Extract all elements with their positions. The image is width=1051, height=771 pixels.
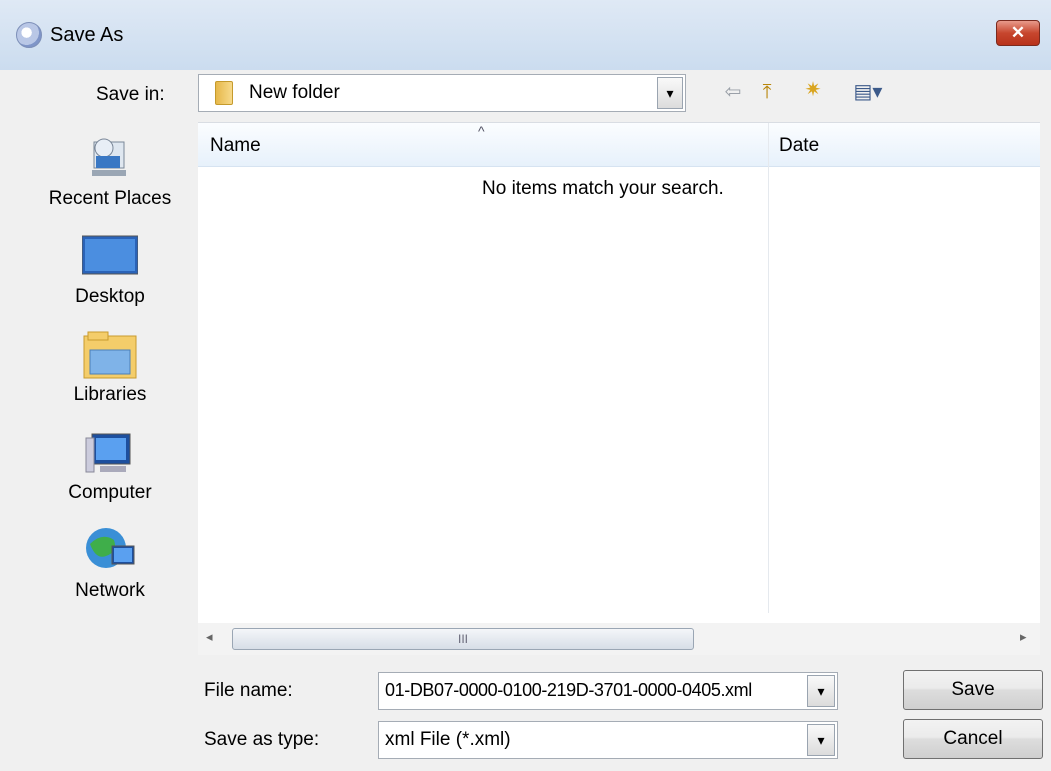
libraries-icon: [82, 330, 138, 380]
network-icon: [82, 526, 138, 576]
up-folder-icon[interactable]: ⤒: [752, 80, 782, 104]
computer-icon: [82, 428, 138, 478]
place-label: Network: [75, 580, 145, 601]
chevron-down-icon[interactable]: ▾: [807, 724, 835, 756]
place-label: Computer: [68, 482, 152, 503]
save-in-label: Save in:: [96, 84, 165, 105]
place-recent-places[interactable]: Recent Places: [30, 134, 190, 210]
app-icon: [16, 22, 42, 48]
scroll-left-icon[interactable]: ◂: [206, 629, 213, 645]
column-divider: [768, 123, 769, 613]
horizontal-scrollbar[interactable]: ◂ III ▸: [198, 623, 1040, 655]
save-as-type-label: Save as type:: [204, 729, 320, 750]
column-header-date[interactable]: Date: [769, 123, 1040, 167]
save-button[interactable]: Save: [903, 670, 1043, 710]
place-network[interactable]: Network: [30, 526, 190, 602]
scroll-thumb[interactable]: III: [232, 628, 694, 650]
place-libraries[interactable]: Libraries: [30, 330, 190, 406]
file-name-value: 01-DB07-0000-0100-219D-3701-0000-0405.xm…: [385, 680, 752, 700]
cancel-button[interactable]: Cancel: [903, 719, 1043, 759]
back-icon[interactable]: ⇦: [718, 80, 748, 104]
save-in-dropdown[interactable]: New folder ▾: [198, 74, 686, 112]
scroll-right-icon[interactable]: ▸: [1020, 629, 1027, 645]
place-desktop[interactable]: Desktop: [30, 232, 190, 308]
column-date-label: Date: [779, 135, 820, 156]
new-folder-icon[interactable]: ✷: [796, 78, 830, 102]
place-label: Desktop: [75, 286, 145, 307]
save-in-value: New folder: [249, 82, 340, 103]
place-computer[interactable]: Computer: [30, 428, 190, 504]
column-name-label: Name: [210, 135, 261, 156]
file-name-label: File name:: [204, 680, 293, 701]
title-bar: Save As ✕: [0, 0, 1051, 70]
window-title: Save As: [50, 24, 124, 46]
column-header-name[interactable]: Name ^: [198, 123, 768, 167]
desktop-icon: [81, 232, 139, 282]
empty-message: No items match your search.: [482, 178, 724, 199]
chevron-down-icon[interactable]: ▾: [657, 77, 683, 109]
save-as-type-value: xml File (*.xml): [385, 729, 511, 750]
recent-places-icon: [82, 134, 138, 184]
close-button[interactable]: ✕: [996, 20, 1040, 46]
chevron-down-icon[interactable]: ▾: [807, 675, 835, 707]
save-as-type-dropdown[interactable]: xml File (*.xml) ▾: [378, 721, 838, 759]
place-label: Libraries: [73, 384, 147, 405]
file-name-input[interactable]: 01-DB07-0000-0100-219D-3701-0000-0405.xm…: [378, 672, 838, 710]
file-list[interactable]: Name ^ Date No items match your search. …: [198, 122, 1040, 655]
folder-icon: [215, 81, 233, 105]
sort-ascending-icon: ^: [478, 123, 485, 139]
views-menu-icon[interactable]: ▤▾: [842, 80, 894, 104]
place-label: Recent Places: [48, 188, 172, 209]
